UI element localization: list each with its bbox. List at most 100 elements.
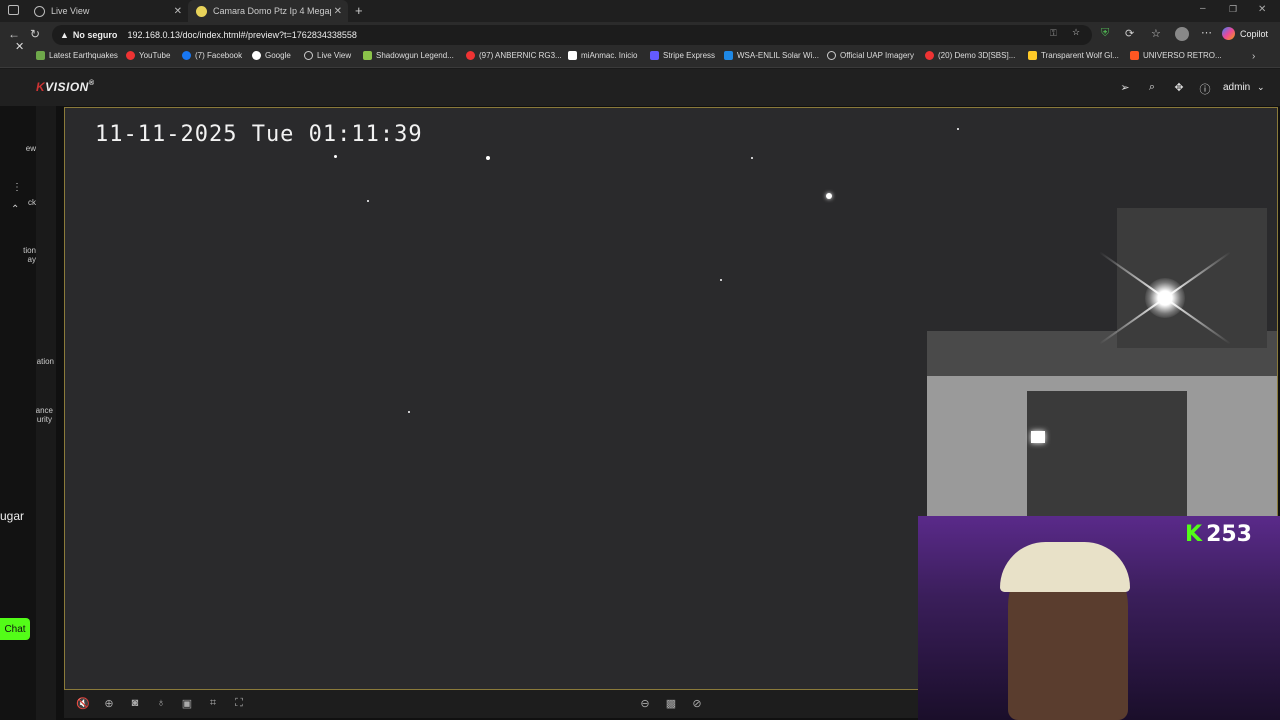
send-icon[interactable]: ➢ (1118, 81, 1132, 95)
tab-title: Camara Domo Ptz Ip 4 Megapixe (213, 6, 331, 16)
chevron-right-icon[interactable]: › (1252, 51, 1255, 62)
next-icon[interactable]: ⊘ (690, 697, 704, 711)
fullscreen-icon[interactable]: ⛶ (232, 697, 246, 711)
info-icon[interactable]: ⓘ (1198, 81, 1212, 96)
profile-avatar[interactable] (1175, 27, 1189, 41)
window-close-icon[interactable]: ✕ (1258, 4, 1266, 15)
star-point (720, 279, 722, 281)
bookmark-item[interactable]: miAnmac. Inicio (568, 51, 637, 60)
bookmark-item[interactable]: Live View (304, 51, 351, 60)
brand-logo-text: VISION (45, 80, 89, 94)
bookmark-label: YouTube (139, 51, 171, 60)
favorites-icon[interactable]: ☆ (1151, 27, 1161, 40)
address-bar-row: ← ↻ ▲ No seguro 192.168.0.13/doc/index.h… (0, 22, 1280, 48)
bookmarks-bar: Latest Earthquakes YouTube (7) Facebook … (0, 48, 1280, 68)
bookmark-label: (97) ANBERNIC RG3... (479, 51, 562, 60)
bookmark-label: WSA-ENLIL Solar Wi... (737, 51, 819, 60)
kick-viewer-count: K 253 (1185, 522, 1252, 547)
bookmark-label: Transparent Wolf Gl... (1041, 51, 1119, 60)
menu-dots-icon[interactable]: ⋯ (1201, 26, 1212, 39)
star-point (334, 155, 337, 158)
star-icon[interactable]: ☆ (1072, 27, 1080, 38)
star-point (751, 157, 753, 159)
search-icon[interactable]: ⌕ (1145, 81, 1159, 95)
star-point (486, 156, 490, 160)
warning-icon: ▲ (60, 30, 69, 40)
close-icon[interactable]: ✕ (15, 40, 24, 53)
omnibox[interactable]: ▲ No seguro 192.168.0.13/doc/index.html#… (52, 25, 1092, 45)
star-point (826, 193, 832, 199)
bookmark-label: UNIVERSO RETRO... (1143, 51, 1222, 60)
focus-icon[interactable]: ⌗ (206, 697, 220, 711)
tab-camara-domo[interactable]: Camara Domo Ptz Ip 4 Megapixe ✕ (188, 0, 348, 22)
streamer-webcam: K 253 (918, 516, 1280, 720)
bookmark-item[interactable]: (20) Demo 3D[SBS]... (925, 51, 1015, 60)
overlay-text: ugar (0, 509, 25, 523)
bookmark-label: Official UAP Imagery (840, 51, 914, 60)
bookmark-item[interactable]: Official UAP Imagery (827, 51, 914, 60)
reload-icon[interactable]: ↻ (30, 27, 40, 41)
restore-icon[interactable]: ❐ (1229, 4, 1237, 15)
copilot-button[interactable]: Copilot (1222, 27, 1268, 40)
close-icon[interactable]: ✕ (174, 6, 182, 17)
brand-logo: KVISION® (36, 80, 95, 94)
microphone-icon[interactable]: ♁ (154, 697, 168, 711)
bookmark-item[interactable]: Shadowgun Legend... (363, 51, 454, 60)
bookmark-item[interactable]: YouTube (126, 51, 170, 60)
viewer-count: 253 (1206, 522, 1252, 547)
url-text[interactable]: 192.168.0.13/doc/index.html#/preview?t=1… (127, 30, 356, 40)
bookmark-item[interactable]: Transparent Wolf Gl... (1028, 51, 1119, 60)
shield-icon[interactable]: ⛨ (1101, 27, 1109, 40)
sidebar-item-label[interactable]: ew (26, 144, 36, 153)
sidebar-item-label[interactable]: ance (36, 406, 53, 415)
bookmark-label: Google (265, 51, 291, 60)
sidebar-item-label[interactable]: urity (37, 415, 52, 424)
globe-icon (34, 5, 45, 17)
menu-dots-icon[interactable]: ⋮ (12, 182, 22, 193)
mute-icon[interactable]: 🔇 (76, 697, 90, 711)
cap (1000, 542, 1130, 592)
minimize-icon[interactable]: – (1200, 3, 1206, 14)
copilot-icon (1222, 27, 1235, 40)
registered-mark: ® (88, 80, 95, 87)
user-menu[interactable]: admin ⌄ (1223, 82, 1265, 93)
tab-overview-icon[interactable] (8, 5, 19, 15)
bookmark-label: Shadowgun Legend... (376, 51, 454, 60)
copilot-label: Copilot (1240, 28, 1269, 39)
security-label[interactable]: No seguro (73, 30, 118, 40)
bookmark-label: Latest Earthquakes (49, 51, 118, 60)
bookmark-item[interactable]: WSA-ENLIL Solar Wi... (724, 51, 819, 60)
chevron-down-icon: ⌄ (1257, 82, 1265, 92)
zoom-icon[interactable]: ⊕ (102, 697, 116, 711)
key-icon[interactable]: ⚿ (1050, 28, 1057, 39)
image-icon[interactable]: ▣ (180, 697, 194, 711)
bookmark-item[interactable]: UNIVERSO RETRO... (1130, 51, 1222, 60)
sidebar-item-label[interactable]: ation (37, 357, 54, 366)
bookmark-item[interactable]: Stripe Express (650, 51, 715, 60)
tab-favicon-icon (196, 5, 207, 17)
bookmark-label: (7) Facebook (195, 51, 243, 60)
previous-icon[interactable]: ⊖ (638, 697, 652, 711)
osd-timestamp: 11-11-2025 Tue 01:11:39 (95, 122, 423, 147)
bookmark-item[interactable]: Latest Earthquakes (36, 51, 118, 60)
star-point (957, 128, 959, 130)
tab-live-view[interactable]: Live View ✕ (26, 0, 188, 22)
new-tab-icon[interactable]: + (355, 3, 363, 18)
camera-icon[interactable]: ◙ (128, 697, 142, 711)
close-icon[interactable]: ✕ (334, 6, 342, 17)
bookmark-item[interactable]: Google (252, 51, 291, 60)
sidebar-item-label[interactable]: ay (28, 255, 36, 264)
sidebar-item-label[interactable]: tion (23, 246, 36, 255)
sidebar-item-label[interactable]: ck (28, 198, 36, 207)
settings-icon[interactable]: ✥ (1172, 81, 1186, 95)
bookmark-item[interactable]: (97) ANBERNIC RG3... (466, 51, 562, 60)
back-icon[interactable]: ← (8, 27, 20, 41)
extensions-icon[interactable]: ⟳ (1125, 27, 1134, 40)
chevron-up-icon[interactable]: ⌃ (11, 204, 19, 215)
stop-icon[interactable]: ▩ (664, 697, 678, 711)
chat-button[interactable]: Chat (0, 618, 30, 640)
user-name: admin (1223, 82, 1251, 93)
brand-logo-fragment: K (36, 80, 46, 94)
bookmark-item[interactable]: (7) Facebook (182, 51, 242, 60)
kick-logo-icon: K (1185, 522, 1203, 547)
